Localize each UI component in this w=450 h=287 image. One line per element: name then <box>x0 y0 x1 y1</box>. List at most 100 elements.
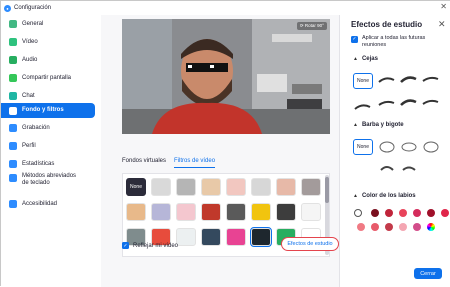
sidebar-item-label: Vídeo <box>22 38 38 45</box>
apply-checkbox[interactable]: ✓ <box>351 36 358 43</box>
studio-effects-button[interactable]: Efectos de estudio <box>281 237 339 251</box>
filter-tile[interactable] <box>251 178 271 196</box>
sidebar-item-general[interactable]: General <box>1 17 95 31</box>
eyebrow-style-extra <box>354 104 371 110</box>
apply-future-meetings-option[interactable]: ✓ Aplicar a todas las futuras reuniones <box>351 35 441 49</box>
close-button[interactable]: Cerrar <box>414 268 442 279</box>
lip-color-swatch[interactable] <box>399 223 407 231</box>
settings-window: ● Configuración ✕ General Vídeo Audio Co… <box>0 0 450 287</box>
section-label: Color de los labios <box>361 193 416 199</box>
sidebar-item-background[interactable]: Fondo y filtros <box>1 103 95 118</box>
share-screen-icon <box>9 74 17 82</box>
sidebar-item-recording[interactable]: Grabación <box>1 121 95 135</box>
lip-color-swatch[interactable] <box>413 223 421 231</box>
filter-tile[interactable] <box>151 203 171 221</box>
camera-feed-image <box>122 19 330 134</box>
lip-color-swatch[interactable] <box>357 223 365 231</box>
studio-effects-title: Efectos de estudio <box>351 20 423 29</box>
filter-tile[interactable] <box>226 228 246 246</box>
filter-tile[interactable] <box>276 203 296 221</box>
zoom-logo-icon: ● <box>4 4 11 12</box>
filter-tile[interactable] <box>201 228 221 246</box>
sidebar-item-chat[interactable]: Chat <box>1 89 95 103</box>
panel-close-icon[interactable]: ✕ <box>438 19 446 30</box>
sidebar-item-label: Perfil <box>22 142 36 149</box>
sidebar-item-label: Compartir pantalla <box>22 74 72 81</box>
eyebrow-styles <box>378 76 439 106</box>
mirror-label: Reflejar mi vídeo <box>133 242 179 249</box>
filter-tile[interactable] <box>301 203 321 221</box>
filter-tile[interactable] <box>276 178 296 196</box>
section-beard-mustache[interactable]: ▲ Barba y bigote <box>353 122 404 128</box>
stats-icon <box>9 160 17 168</box>
tab-video-filters[interactable]: Filtros de vídeo <box>174 158 216 168</box>
filter-tabs: Fondos virtuales Filtros de vídeo <box>122 158 330 168</box>
filter-tile[interactable] <box>176 203 196 221</box>
filter-tile[interactable] <box>176 178 196 196</box>
lip-color-swatch[interactable] <box>371 223 379 231</box>
sidebar-item-share-screen[interactable]: Compartir pantalla <box>1 71 95 85</box>
chevron-up-icon: ▲ <box>353 193 358 199</box>
sidebar-item-label: Fondo y filtros <box>22 107 64 113</box>
filter-tile[interactable] <box>226 203 246 221</box>
eyebrows-none-option[interactable]: None <box>353 73 373 89</box>
chevron-up-icon: ▲ <box>353 56 358 62</box>
window-title: Configuración <box>14 5 52 11</box>
sidebar-item-accessibility[interactable]: Accesibilidad <box>1 197 95 211</box>
filter-tile[interactable] <box>126 203 146 221</box>
chevron-up-icon: ▲ <box>353 122 358 128</box>
sidebar-item-label: Chat <box>22 92 35 99</box>
mirror-checkbox[interactable]: ✓ <box>122 242 129 249</box>
filter-tile[interactable] <box>226 178 246 196</box>
filter-tile[interactable] <box>176 228 196 246</box>
filter-none-tile[interactable]: None <box>126 178 146 196</box>
sidebar-item-video[interactable]: Vídeo <box>1 35 95 49</box>
lip-color-swatch[interactable] <box>413 209 421 217</box>
sidebar-item-statistics[interactable]: Estadísticas <box>1 157 95 171</box>
tab-virtual-backgrounds[interactable]: Fondos virtuales <box>122 158 166 168</box>
sidebar-item-audio[interactable]: Audio <box>1 53 95 67</box>
filter-tile[interactable] <box>201 178 221 196</box>
lip-color-swatch[interactable] <box>385 223 393 231</box>
title-bar: ● Configuración ✕ <box>1 1 450 15</box>
section-label: Barba y bigote <box>361 122 404 128</box>
filter-tile[interactable] <box>251 203 271 221</box>
section-lip-color[interactable]: ▲ Color de los labios <box>353 193 416 199</box>
mirror-video-option[interactable]: ✓ Reflejar mi vídeo <box>122 242 178 249</box>
accessibility-icon <box>9 200 17 208</box>
sidebar-item-label: Estadísticas <box>22 160 55 167</box>
lip-color-swatch[interactable] <box>371 209 379 217</box>
lip-color-swatch[interactable] <box>427 209 435 217</box>
gear-icon <box>9 20 17 28</box>
sidebar-item-keyboard-shortcuts[interactable]: Métodos abreviados de teclado <box>1 171 95 193</box>
sidebar-item-label: Grabación <box>22 124 50 131</box>
sidebar-item-label: Audio <box>22 56 38 63</box>
apply-label: Aplicar a todas las futuras reuniones <box>362 35 426 48</box>
sidebar-item-label: General <box>22 20 44 27</box>
beard-styles <box>379 141 439 171</box>
lip-color-swatch[interactable] <box>385 209 393 217</box>
beard-none-option[interactable]: None <box>353 139 373 155</box>
sidebar-item-label: Métodos abreviados de teclado <box>22 173 77 186</box>
custom-color-picker-icon[interactable] <box>427 223 435 231</box>
filter-tile[interactable] <box>151 178 171 196</box>
filter-tile[interactable] <box>250 227 272 247</box>
rotate-90-button[interactable]: ⟳ Rotar 90° <box>296 22 327 30</box>
record-icon <box>9 124 17 132</box>
window-close-button[interactable]: ✕ <box>440 2 447 11</box>
lip-color-swatch[interactable] <box>441 209 449 217</box>
sidebar-item-profile[interactable]: Perfil <box>1 139 95 153</box>
video-icon <box>9 38 17 46</box>
headphones-icon <box>9 56 17 64</box>
profile-icon <box>9 142 17 150</box>
filter-tile[interactable] <box>201 203 221 221</box>
video-preview: ⟳ Rotar 90° <box>122 19 330 134</box>
lip-color-swatch[interactable] <box>399 209 407 217</box>
section-label: Cejas <box>361 56 378 62</box>
filter-tile[interactable] <box>301 178 321 196</box>
filter-none-label: None <box>130 184 142 190</box>
lip-color-none-swatch[interactable] <box>354 209 362 217</box>
scrollbar-thumb[interactable] <box>325 177 329 203</box>
section-eyebrows[interactable]: ▲ Cejas <box>353 56 378 62</box>
chat-icon <box>9 92 17 100</box>
